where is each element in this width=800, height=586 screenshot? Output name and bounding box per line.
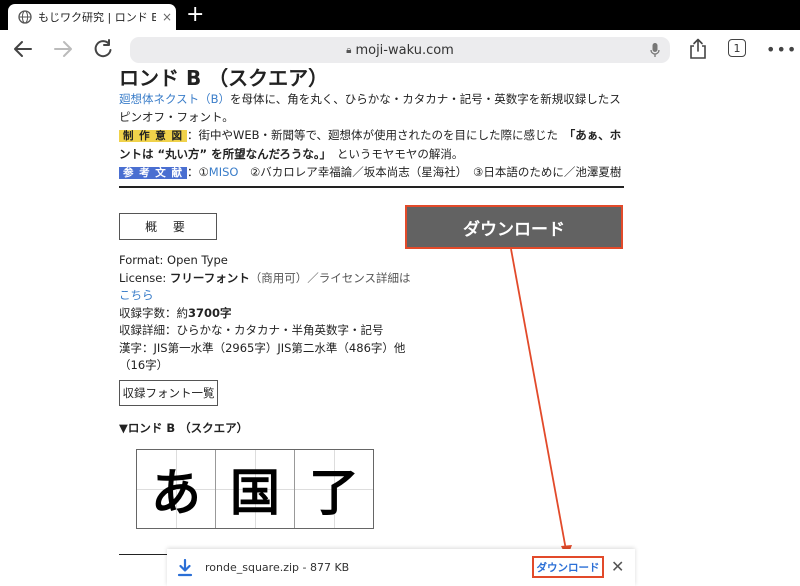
close-icon[interactable]: ✕ [611, 557, 624, 576]
globe-icon [18, 10, 32, 24]
tab-close-button[interactable]: × [162, 10, 172, 24]
page-content: ロンド B （スクエア） 廻想体ネクスト（B）を母体に、角を丸く、ひらかな・カタ… [0, 68, 800, 586]
forward-icon[interactable] [52, 38, 74, 60]
new-tab-button[interactable]: + [186, 3, 204, 27]
download-icon [177, 558, 193, 576]
tab-title: もじワク研究 | ロンド B（ス [38, 11, 156, 24]
download-filename: ronde_square.zip - 877 KB [205, 561, 350, 574]
address-bar[interactable]: 🔒︎ moji-waku.com [130, 37, 670, 63]
browser-tab[interactable]: もじワク研究 | ロンド B（ス × [8, 4, 176, 30]
microphone-icon[interactable] [650, 42, 660, 58]
more-icon[interactable]: ••• [766, 40, 797, 59]
annotation-arrow [510, 248, 572, 558]
browser-toolbar: 🔒︎ moji-waku.com 1 ••• [0, 30, 800, 68]
share-icon[interactable] [688, 38, 708, 60]
download-button[interactable]: ダウンロード [532, 556, 604, 578]
tab-strip: もじワク研究 | ロンド B（ス × + [0, 0, 800, 30]
back-icon[interactable] [12, 38, 34, 60]
reload-icon[interactable] [92, 38, 114, 60]
download-bar: ronde_square.zip - 877 KB ダウンロード ✕ [167, 549, 635, 586]
url-text: moji-waku.com [355, 42, 454, 58]
lock-icon: 🔒︎ [346, 44, 352, 56]
tab-count-button[interactable]: 1 [728, 39, 746, 57]
